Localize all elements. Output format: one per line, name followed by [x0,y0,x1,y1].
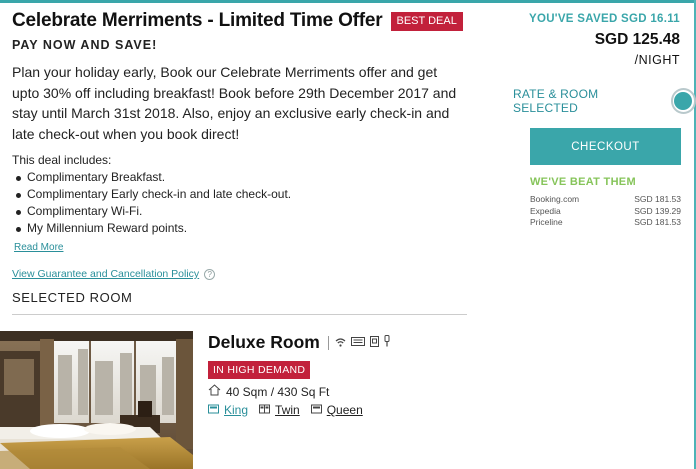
table-row: Priceline SGD 181.53 [530,217,681,229]
page: Celebrate Merriments - Limited Time Offe… [0,0,696,469]
room-name[interactable]: Deluxe Room [208,332,320,353]
bed-icon [208,403,219,417]
rate-selected-label: RATE & ROOM SELECTED [513,87,599,115]
offer-description: Plan your holiday early, Book our Celebr… [12,64,457,142]
bed-option-twin[interactable]: Twin [275,403,300,417]
room-name-row: Deluxe Room [208,332,390,353]
room-size-row: 40 Sqm / 430 Sq Ft [208,384,390,399]
list-item: Complimentary Early check-in and late ch… [12,186,470,203]
savings-text: YOU'VE SAVED SGD 16.11 [528,13,680,25]
rate-selected-radio[interactable] [670,88,696,114]
competitor-price: SGD 181.53 [634,194,681,204]
selected-room-heading: SELECTED ROOM [12,290,133,305]
room-size: 40 Sqm / 430 Sq Ft [226,384,330,399]
safe-icon [369,334,379,352]
checkout-button[interactable]: CHECKOUT [530,128,681,165]
room-photo-image [0,331,193,469]
competitor-price-table: Booking.com SGD 181.53 Expedia SGD 139.2… [530,194,681,229]
tv-icon [350,334,365,352]
list-item: Complimentary Wi-Fi. [12,203,470,220]
competitor-price: SGD 139.29 [634,205,681,216]
bed-icon [259,403,271,417]
best-deal-badge: BEST DEAL [390,11,463,31]
guarantee-row: View Guarantee and Cancellation Policy ? [12,268,470,280]
top-accent-rule [0,0,696,3]
offer-subheading: PAY NOW AND SAVE! [12,38,158,52]
competitor-name: Expedia [530,205,561,216]
help-icon[interactable]: ? [204,268,216,280]
beat-them-title: WE'VE BEAT THEM [530,176,636,188]
bed-options-row: King Twin Queen [208,403,390,417]
offer-title: Celebrate Merriments - Limited Time Offe… [12,10,383,31]
bed-option-king[interactable]: King [224,403,248,417]
wifi-icon [335,334,346,352]
competitor-name: Booking.com [530,194,580,204]
includes-list: Complimentary Breakfast. Complimentary E… [12,169,470,237]
bed-option-queen[interactable]: Queen [327,403,363,417]
room-price: SGD 125.48 [594,31,680,48]
guarantee-policy-link[interactable]: View Guarantee and Cancellation Policy [12,268,199,280]
divider [12,314,467,315]
offer-title-row: Celebrate Merriments - Limited Time Offe… [12,10,470,32]
high-demand-badge: IN HIGH DEMAND [208,361,311,379]
includes-label: This deal includes: [12,153,112,167]
bed-icon [310,403,322,417]
per-night-label: /NIGHT [634,53,680,67]
competitor-name: Priceline [530,217,563,227]
list-item: My Millennium Reward points. [12,220,470,237]
offer-panel: Celebrate Merriments - Limited Time Offe… [12,10,470,280]
hairdryer-icon [384,334,390,352]
list-item: Complimentary Breakfast. [12,169,470,186]
table-row: Booking.com SGD 181.53 [530,194,681,206]
rate-selected-row: RATE & ROOM SELECTED [513,87,696,115]
table-row: Expedia SGD 139.29 [530,206,681,218]
read-more-link[interactable]: Read More [14,242,63,253]
room-photo[interactable] [0,331,193,469]
amenity-icons [327,334,390,352]
radio-selected-dot [674,92,693,110]
pricing-summary: YOU'VE SAVED SGD 16.11 SGD 125.48 /NIGHT [520,13,680,67]
competitor-price: SGD 181.53 [634,217,681,227]
house-icon [208,384,221,399]
room-info: Deluxe Room IN HIGH DEMAND 40 Sqm / 430 … [208,332,390,417]
